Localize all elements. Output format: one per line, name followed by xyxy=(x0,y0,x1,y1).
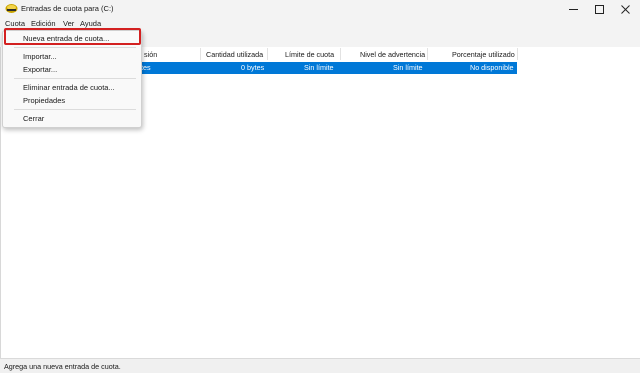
maximize-button[interactable] xyxy=(586,0,612,18)
highlight-box xyxy=(4,28,141,45)
column-divider[interactable] xyxy=(340,48,341,60)
column-divider[interactable] xyxy=(200,48,201,60)
menu-separator xyxy=(14,78,136,79)
cell-limite: Sin límite xyxy=(304,63,334,72)
menu-item-exportar[interactable]: Exportar... xyxy=(23,65,57,74)
column-divider[interactable] xyxy=(517,48,518,60)
cell-cantidad: 0 bytes xyxy=(241,63,265,72)
menu-edicion[interactable]: Edición xyxy=(31,19,56,28)
minimize-button[interactable] xyxy=(560,0,586,18)
status-text: Agrega una nueva entrada de cuota. xyxy=(4,362,121,371)
quota-app-icon xyxy=(5,4,18,13)
close-button[interactable] xyxy=(612,0,638,18)
column-header-nivel[interactable]: Nivel de advertencia xyxy=(360,50,425,59)
menu-separator xyxy=(14,109,136,110)
menu-ayuda[interactable]: Ayuda xyxy=(80,19,101,28)
column-divider[interactable] xyxy=(427,48,428,60)
column-header-limite[interactable]: Límite de cuota xyxy=(285,50,334,59)
menu-item-importar[interactable]: Importar... xyxy=(23,52,57,61)
cell-name: tes xyxy=(141,63,151,72)
close-icon xyxy=(620,4,630,14)
minimize-icon xyxy=(568,8,578,10)
window-title: Entradas de cuota para (C:) xyxy=(21,4,114,13)
column-header-porcentaje[interactable]: Porcentaje utilizado xyxy=(452,50,515,59)
menu-item-cerrar[interactable]: Cerrar xyxy=(23,114,44,123)
column-header-name[interactable]: sión xyxy=(144,50,157,59)
menu-item-eliminar[interactable]: Eliminar entrada de cuota... xyxy=(23,83,115,92)
maximize-icon xyxy=(594,4,604,14)
cell-nivel: Sin límite xyxy=(393,63,423,72)
menu-item-propiedades[interactable]: Propiedades xyxy=(23,96,65,105)
column-header-cantidad[interactable]: Cantidad utilizada xyxy=(206,50,263,59)
menu-ver[interactable]: Ver xyxy=(63,19,74,28)
column-divider[interactable] xyxy=(267,48,268,60)
cell-porcentaje: No disponible xyxy=(470,63,514,72)
menu-separator xyxy=(14,47,136,48)
menu-cuota[interactable]: Cuota xyxy=(5,19,25,28)
